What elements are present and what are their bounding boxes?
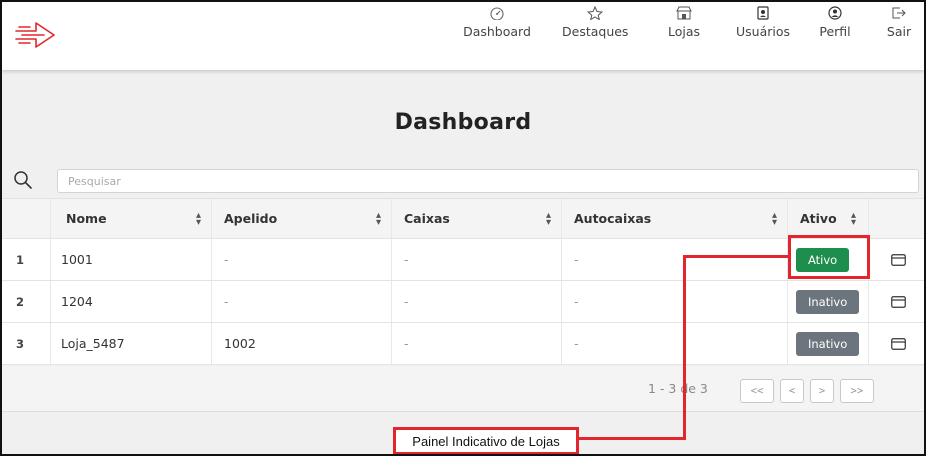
card-icon[interactable]: [891, 295, 906, 308]
page-title: Dashboard: [394, 110, 532, 135]
cell-status: Inativo: [788, 281, 869, 322]
annotation-connector-line: [577, 437, 686, 440]
nav-destaques[interactable]: Destaques: [562, 6, 628, 62]
nav-dashboard[interactable]: Dashboard: [459, 6, 535, 62]
cell-autocaixas: -: [562, 239, 788, 280]
sort-icon: ▴ ▾: [545, 210, 551, 228]
nav-lojas-label: Lojas: [667, 24, 701, 39]
pagination-summary: 1 - 3 de 3: [648, 381, 708, 396]
header-autocaixas-label: Autocaixas: [574, 211, 652, 226]
cell-nome: 1204: [51, 281, 212, 322]
first-page-button[interactable]: <<: [740, 379, 774, 403]
nav-sair-label: Sair: [886, 24, 912, 39]
cell-caixas: -: [392, 239, 562, 280]
row-index: 2: [2, 281, 51, 322]
nav-perfil[interactable]: Perfil: [815, 6, 855, 62]
cell-actions: [869, 281, 924, 322]
cell-apelido: -: [212, 239, 392, 280]
cell-nome: 1001: [51, 239, 212, 280]
nav-dashboard-label: Dashboard: [463, 24, 531, 39]
cell-status: Ativo: [788, 239, 869, 280]
nav-usuarios-label: Usuários: [735, 24, 791, 39]
annotation-label: Painel Indicativo de Lojas: [393, 427, 579, 454]
cell-autocaixas: -: [562, 281, 788, 322]
nav-destaques-label: Destaques: [562, 24, 629, 39]
header-apelido-label: Apelido: [224, 211, 278, 226]
sort-icon: ▴ ▾: [375, 210, 381, 228]
top-navbar: Dashboard Destaques Lojas Usuários Perfi…: [2, 2, 924, 70]
cell-autocaixas: -: [562, 323, 788, 364]
status-badge-inativo[interactable]: Inativo: [796, 289, 860, 314]
cell-apelido: -: [212, 281, 392, 322]
sort-icon: ▴ ▾: [771, 210, 777, 228]
header-ativo-label: Ativo: [800, 211, 837, 226]
header-caixas-label: Caixas: [404, 211, 450, 226]
cell-actions: [869, 323, 924, 364]
cell-caixas: -: [392, 323, 562, 364]
nav-usuarios[interactable]: Usuários: [731, 6, 795, 62]
header-apelido[interactable]: Apelido ▴ ▾: [212, 199, 392, 238]
profile-icon: [828, 6, 842, 20]
next-page-button[interactable]: >: [810, 379, 834, 403]
row-index: 1: [2, 239, 51, 280]
logout-icon: [892, 7, 906, 19]
cell-nome: Loja_5487: [51, 323, 212, 364]
sort-icon: ▴ ▾: [850, 210, 856, 228]
prev-page-button[interactable]: <: [780, 379, 804, 403]
table-row[interactable]: 2 1204 - - - Inativo: [2, 281, 924, 323]
stores-table: Nome ▴ ▾ Apelido ▴ ▾ Caixas ▴ ▾ Autocaixas …: [2, 198, 924, 365]
user-badge-icon: [757, 6, 769, 20]
header-caixas[interactable]: Caixas ▴ ▾: [392, 199, 562, 238]
header-ativo[interactable]: Ativo ▴ ▾: [788, 199, 869, 238]
card-icon[interactable]: [891, 337, 906, 350]
header-nome[interactable]: Nome ▴ ▾: [51, 199, 212, 238]
pagination-bar: 1 - 3 de 3 << < > >>: [2, 366, 924, 412]
sort-icon: ▴ ▾: [195, 210, 201, 228]
table-row[interactable]: 1 1001 - - - Ativo: [2, 239, 924, 281]
logo-arrow-icon[interactable]: [14, 18, 64, 52]
table-header-row: Nome ▴ ▾ Apelido ▴ ▾ Caixas ▴ ▾ Autocaixas …: [2, 199, 924, 239]
nav-perfil-label: Perfil: [819, 24, 851, 39]
header-autocaixas[interactable]: Autocaixas ▴ ▾: [562, 199, 788, 238]
cell-status: Inativo: [788, 323, 869, 364]
search-icon: [14, 171, 32, 189]
status-badge-ativo[interactable]: Ativo: [796, 247, 850, 272]
table-row[interactable]: 3 Loja_5487 1002 - - Inativo: [2, 323, 924, 365]
status-badge-inativo[interactable]: Inativo: [796, 331, 860, 356]
header-actions: [869, 199, 924, 238]
last-page-button[interactable]: >>: [840, 379, 874, 403]
app-window: Dashboard Destaques Lojas Usuários Perfi…: [0, 0, 926, 456]
nav-lojas[interactable]: Lojas: [662, 6, 706, 62]
store-icon: [676, 6, 692, 20]
cell-actions: [869, 239, 924, 280]
dashboard-gauge-icon: [490, 7, 504, 20]
card-icon[interactable]: [891, 253, 906, 266]
header-nome-label: Nome: [66, 211, 107, 226]
search-input[interactable]: [57, 169, 919, 193]
star-icon: [587, 6, 603, 20]
cell-caixas: -: [392, 281, 562, 322]
row-index: 3: [2, 323, 51, 364]
header-index: [2, 199, 51, 238]
nav-sair[interactable]: Sair: [884, 6, 914, 62]
cell-apelido: 1002: [212, 323, 392, 364]
